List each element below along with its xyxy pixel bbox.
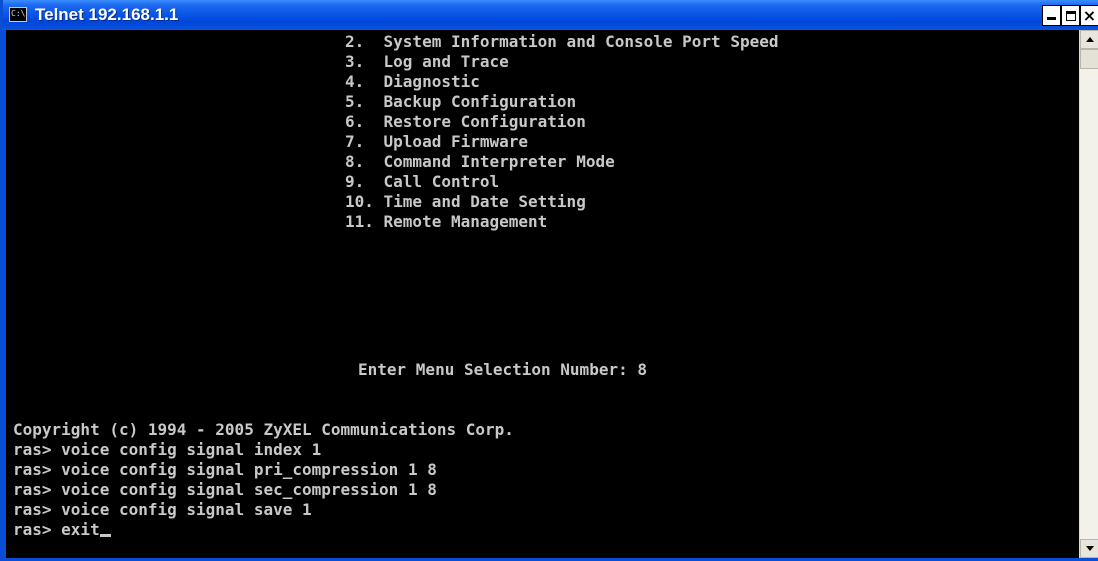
close-button[interactable]: × [1080,5,1098,26]
menu-item: 11. Remote Management [345,212,548,231]
log-line: ras> voice config signal sec_compression… [13,480,437,499]
menu-selection-prompt: Enter Menu Selection Number: 8 [358,360,647,380]
menu-item: 10. Time and Date Setting [345,192,586,211]
prompt-text: Enter Menu Selection Number: 8 [358,360,647,379]
minimize-icon [1047,17,1056,20]
menu-item: 9. Call Control [345,172,500,191]
scroll-down-button[interactable] [1080,539,1098,558]
current-command[interactable]: ras> exit [13,520,100,539]
scroll-up-button[interactable] [1080,30,1098,49]
window-controls: × [1042,5,1098,26]
title-bar[interactable]: C:\ Telnet 192.168.1.1 × [3,0,1098,30]
vertical-scrollbar[interactable] [1079,30,1098,558]
menu-item: 3. Log and Trace [345,52,509,71]
command-input-line[interactable]: ras> exit [13,520,514,540]
log-line: ras> voice config signal index 1 [13,440,322,459]
log-line: Copyright (c) 1994 - 2005 ZyXEL Communic… [13,420,514,439]
menu-item: 7. Upload Firmware [345,132,529,151]
menu-item: 2. System Information and Console Port S… [345,32,779,51]
maximize-icon [1065,10,1076,21]
down-arrow-icon [1085,546,1094,551]
minimize-button[interactable] [1042,5,1061,26]
menu-item: 8. Command Interpreter Mode [345,152,615,171]
maximize-button[interactable] [1061,5,1080,26]
console-output[interactable]: 2. System Information and Console Port S… [6,30,1079,558]
up-arrow-icon [1085,37,1094,42]
log-line: ras> voice config signal pri_compression… [13,460,437,479]
main-menu: 2. System Information and Console Port S… [345,32,778,232]
close-icon: × [1082,5,1097,25]
menu-item: 4. Diagnostic [345,72,480,91]
telnet-window: C:\ Telnet 192.168.1.1 × 2. System Infor… [0,0,1098,561]
scroll-thumb[interactable] [1080,49,1098,69]
menu-item: 5. Backup Configuration [345,92,577,111]
window-title: Telnet 192.168.1.1 [35,5,179,24]
console-icon[interactable]: C:\ [9,7,27,22]
log-line: ras> voice config signal save 1 [13,500,312,519]
text-cursor [99,534,111,537]
menu-item: 6. Restore Configuration [345,112,586,131]
command-log: Copyright (c) 1994 - 2005 ZyXEL Communic… [13,420,514,540]
